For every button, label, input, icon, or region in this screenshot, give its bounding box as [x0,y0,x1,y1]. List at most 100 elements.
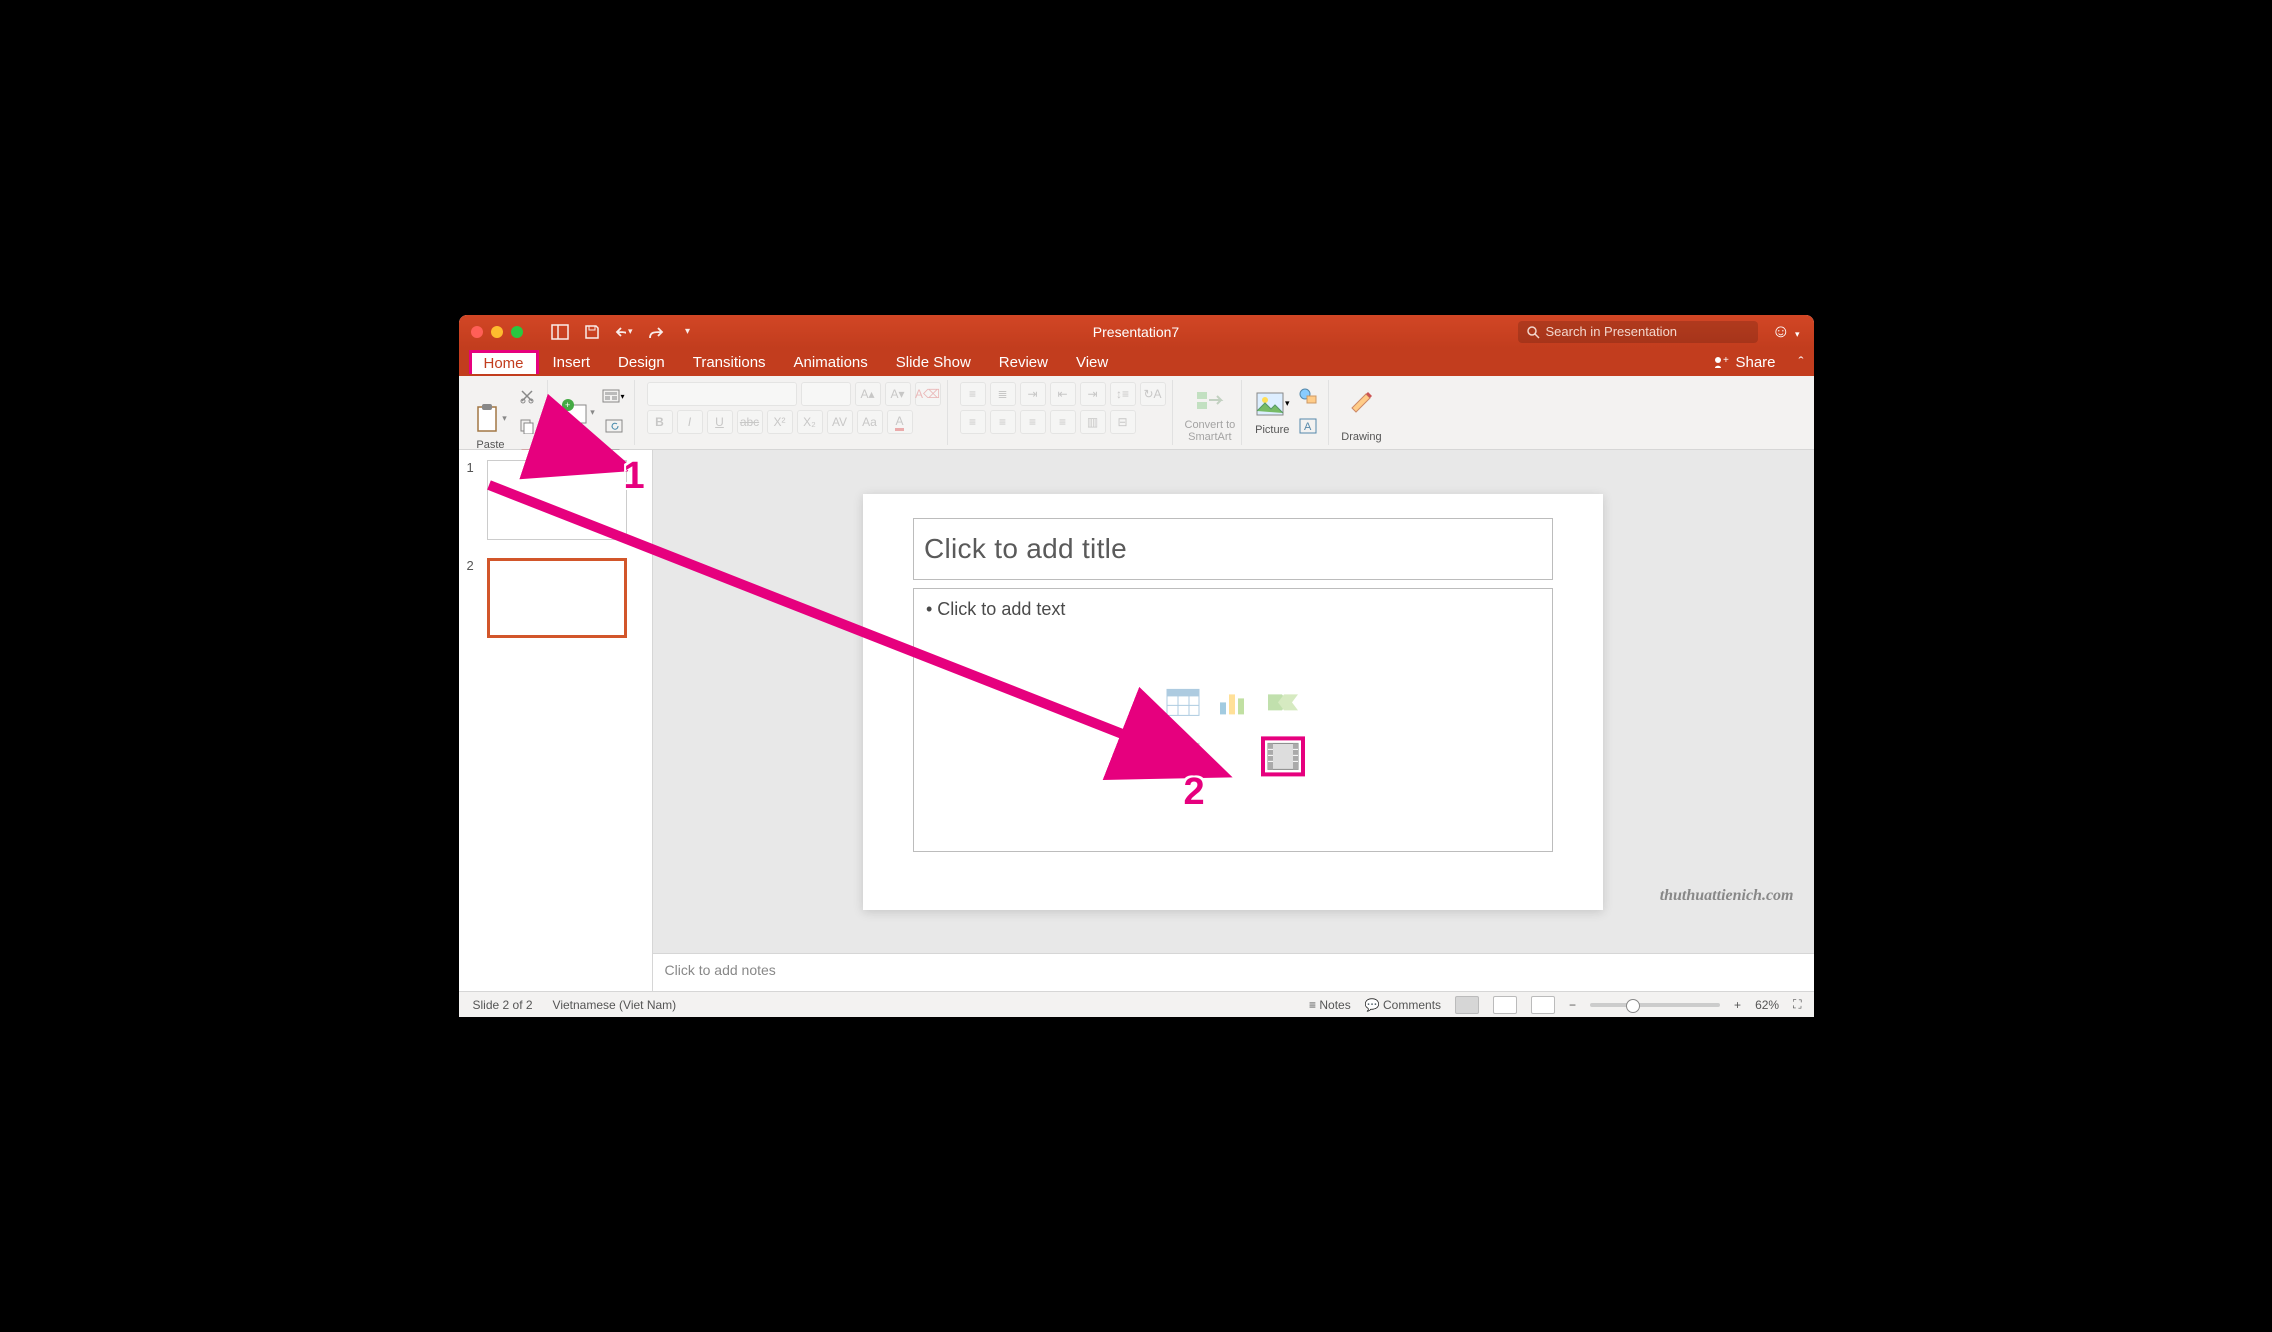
save-icon[interactable] [583,323,601,341]
text-direction-icon[interactable]: ↻A [1140,382,1166,406]
view-mode-icon[interactable] [551,323,569,341]
content-area: 1 2 Click to add title • Click to add te… [459,450,1814,991]
decrease-indent-icon[interactable]: ⇤ [1050,382,1076,406]
change-case-icon[interactable]: Aa [857,410,883,434]
insert-video-icon[interactable] [1261,736,1305,776]
normal-view-icon[interactable] [1455,996,1479,1014]
insert-chart-icon[interactable] [1211,682,1255,722]
redo-icon[interactable] [647,323,665,341]
insert-picture-icon[interactable] [1161,736,1205,776]
font-size-selector[interactable] [801,382,851,406]
line-spacing-icon[interactable]: ↕≡ [1110,382,1136,406]
strikethrough-icon[interactable]: abc [737,410,763,434]
text-box-icon[interactable]: A [1294,412,1322,440]
reset-icon[interactable] [600,412,628,440]
underline-icon[interactable]: U [707,410,733,434]
drawing-icon[interactable] [1343,382,1379,418]
increase-font-icon[interactable]: A▴ [855,382,881,406]
slide-canvas[interactable]: Click to add title • Click to add text [653,450,1814,953]
qat-customize-icon[interactable]: ▾ [679,323,697,341]
watermark: thuthuattienich.com [1660,887,1794,905]
copy-icon[interactable] [513,412,541,440]
collapse-ribbon-icon[interactable]: ˆ [1799,354,1804,371]
align-right-icon[interactable]: ≡ [1020,410,1046,434]
notes-toggle[interactable]: ≡ Notes [1309,998,1351,1012]
undo-icon[interactable]: ▾ [615,323,633,341]
tab-insert[interactable]: Insert [539,350,605,375]
reading-view-icon[interactable] [1531,996,1555,1014]
zoom-level[interactable]: 62% [1755,998,1779,1012]
drawing-group: Drawing [1335,380,1387,445]
ribbon: ▾ Paste +▾ New Slide ▾ ▾ [459,376,1814,450]
clear-format-icon[interactable]: A⌫ [915,382,941,406]
slide-thumbnail-2[interactable] [487,558,627,638]
font-selector[interactable] [647,382,797,406]
drawing-label: Drawing [1341,431,1381,443]
convert-smartart-icon[interactable] [1192,382,1228,418]
comments-toggle[interactable]: 💬 Comments [1365,998,1441,1012]
numbering-icon[interactable]: ≣ [990,382,1016,406]
content-placeholder[interactable]: • Click to add text [913,588,1553,852]
minimize-window-button[interactable] [491,326,503,338]
decrease-font-icon[interactable]: A▾ [885,382,911,406]
align-center-icon[interactable]: ≡ [990,410,1016,434]
tab-home[interactable]: Home [469,350,539,374]
columns-icon[interactable]: ▥ [1080,410,1106,434]
thumbnail-row: 1 [467,460,644,540]
content-icons [1161,682,1305,776]
picture-group: ▾ Picture A [1248,380,1329,445]
zoom-out-icon[interactable]: − [1569,998,1576,1012]
font-color-icon[interactable]: A [887,410,913,434]
bullets-icon[interactable]: ≡ [960,382,986,406]
slide-thumbnail-1[interactable] [487,460,627,540]
close-window-button[interactable] [471,326,483,338]
tab-animations[interactable]: Animations [780,350,882,375]
canvas-wrap: Click to add title • Click to add text [653,450,1814,991]
maximize-window-button[interactable] [511,326,523,338]
character-spacing-icon[interactable]: AV [827,410,853,434]
insert-smartart-icon[interactable] [1261,682,1305,722]
slides-group: +▾ New Slide ▾ ▾ [554,380,635,445]
italic-icon[interactable]: I [677,410,703,434]
paste-icon[interactable]: ▾ [473,401,509,437]
svg-text:+: + [565,400,570,410]
zoom-slider[interactable] [1590,1003,1720,1007]
share-button[interactable]: + Share [1713,354,1775,371]
thumbnail-number: 1 [467,460,479,540]
layout-icon[interactable]: ▾ [600,382,628,410]
tab-review[interactable]: Review [985,350,1062,375]
bold-icon[interactable]: B [647,410,673,434]
shapes-icon[interactable] [1294,382,1322,410]
cut-icon[interactable] [513,382,541,410]
paragraph-group: ≡ ≣ ⇥ ⇤ ⇥ ↕≡ ↻A ≡ ≡ ≡ ≡ ▥ ⊟ [954,380,1173,445]
sorter-view-icon[interactable] [1493,996,1517,1014]
ribbon-tabs: Home Insert Design Transitions Animation… [459,348,1814,376]
search-input[interactable]: Search in Presentation [1518,321,1758,343]
share-label: Share [1735,354,1775,371]
notes-pane[interactable]: Click to add notes [653,953,1814,991]
zoom-in-icon[interactable]: + [1734,998,1741,1012]
picture-icon[interactable]: ▾ [1254,386,1290,422]
search-placeholder: Search in Presentation [1546,324,1678,339]
superscript-icon[interactable]: X² [767,410,793,434]
font-group: A▴ A▾ A⌫ B I U abc X² X₂ AV Aa A [641,380,948,445]
feedback-icon[interactable]: ☺ ▾ [1772,321,1800,342]
increase-indent-icon[interactable]: ⇥ [1080,382,1106,406]
slide-counter: Slide 2 of 2 [473,998,533,1012]
language-indicator[interactable]: Vietnamese (Viet Nam) [553,998,677,1012]
tab-slide-show[interactable]: Slide Show [882,350,985,375]
align-left-icon[interactable]: ≡ [960,410,986,434]
subscript-icon[interactable]: X₂ [797,410,823,434]
tab-design[interactable]: Design [604,350,679,375]
justify-icon[interactable]: ≡ [1050,410,1076,434]
align-text-icon[interactable]: ⊟ [1110,410,1136,434]
list-level-icon[interactable]: ⇥ [1020,382,1046,406]
document-title: Presentation7 [1093,324,1179,340]
insert-table-icon[interactable] [1161,682,1205,722]
title-placeholder[interactable]: Click to add title [913,518,1553,580]
new-slide-icon[interactable]: +▾ [560,395,596,431]
status-bar: Slide 2 of 2 Vietnamese (Viet Nam) ≡ Not… [459,991,1814,1017]
tab-transitions[interactable]: Transitions [679,350,780,375]
tab-view[interactable]: View [1062,350,1122,375]
fit-window-icon[interactable]: ⛶ [1793,997,1801,1012]
